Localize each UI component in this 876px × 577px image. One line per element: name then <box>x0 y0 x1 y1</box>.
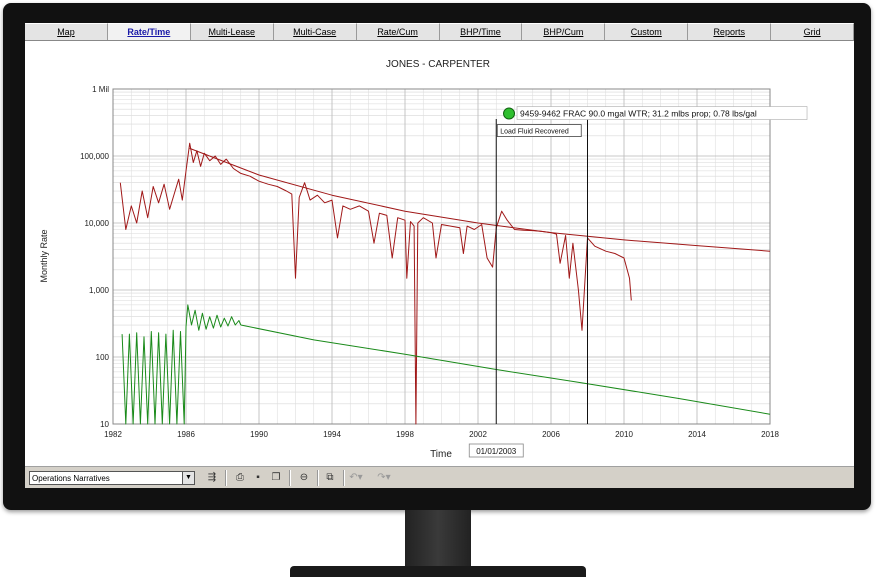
x-axis-label: Time <box>430 449 452 459</box>
chart-title: JONES - CARPENTER <box>386 59 490 70</box>
x-tick-label: 1994 <box>323 430 341 439</box>
monitor-stand-base <box>290 566 586 577</box>
tab-grid[interactable]: Grid <box>771 23 854 40</box>
production-series-line <box>119 142 632 425</box>
redo-icon[interactable]: ↷▾ <box>377 471 391 485</box>
zoom-out-icon[interactable]: ⊖ <box>297 471 311 485</box>
y-tick-label: 10,000 <box>85 219 110 228</box>
x-tick-label: 2010 <box>615 430 633 439</box>
x-tick-label: 2014 <box>688 430 706 439</box>
y-tick-label: 1,000 <box>89 286 110 295</box>
application-screen: Map Rate/Time Multi-Lease Multi-Case Rate/Cu… <box>25 23 854 488</box>
y-axis-label: Monthly Rate <box>39 229 49 282</box>
narratives-dropdown[interactable]: Operations Narratives ▼ <box>29 471 195 485</box>
tab-bar: Map Rate/Time Multi-Lease Multi-Case Rate/Cu… <box>25 23 854 41</box>
monitor-stand-neck <box>405 510 471 568</box>
x-tick-label: 1990 <box>250 430 268 439</box>
y-tick-label: 10 <box>100 420 109 429</box>
tab-rate-cum[interactable]: Rate/Cum <box>356 23 440 40</box>
y-tick-label: 1 Mil <box>92 85 109 94</box>
x-tick-label: 2002 <box>469 430 487 439</box>
y-tick-label: 100,000 <box>80 152 109 161</box>
decline-forecast-line <box>189 147 771 252</box>
bottom-toolbar: Operations Narratives ▼ ⇶ ⎙ ▪ ❐ ⊖ ⧉ ↶▾ ↷… <box>25 466 854 488</box>
production-series-line <box>121 304 242 425</box>
x-tick-label: 1998 <box>396 430 414 439</box>
tab-map[interactable]: Map <box>25 23 108 40</box>
annotation-layer: 9459-9462 FRAC 90.0 mgal WTR; 31.2 mlbs … <box>496 106 808 137</box>
tab-multi-lease[interactable]: Multi-Lease <box>190 23 274 40</box>
event-marker-icon <box>503 107 516 120</box>
date-readout-label: 01/01/2003 <box>476 447 517 456</box>
rate-time-chart: JONES - CARPENTER 1982 1986 1990 1994 1998 20… <box>39 59 808 459</box>
x-axis-ticks: 1982 1986 1990 1994 1998 2002 2006 2010 2014 2018 <box>104 430 779 439</box>
tab-rate-time[interactable]: Rate/Time <box>107 23 191 40</box>
tab-multi-case[interactable]: Multi-Case <box>273 23 357 40</box>
series-layer <box>119 142 771 425</box>
event-label: 9459-9462 FRAC 90.0 mgal WTR; 31.2 mlbs … <box>520 109 757 119</box>
tab-custom[interactable]: Custom <box>605 23 689 40</box>
tab-bhp-time[interactable]: BHP/Time <box>439 23 523 40</box>
tab-bhp-cum[interactable]: BHP/Cum <box>522 23 606 40</box>
decline-forecast-line <box>240 324 771 415</box>
toolbar-separator <box>225 470 227 486</box>
toolbar-separator <box>317 470 319 486</box>
narrative-flow-icon[interactable]: ⇶ <box>205 471 219 485</box>
x-tick-label: 2006 <box>542 430 560 439</box>
y-axis-ticks: 10 100 1,000 10,000 100,000 1 Mil <box>80 85 109 429</box>
chevron-down-icon[interactable]: ▼ <box>182 472 194 484</box>
duplicate-icon[interactable]: ⧉ <box>323 471 337 485</box>
x-tick-label: 1982 <box>104 430 122 439</box>
copy-icon[interactable]: ❐ <box>269 471 283 485</box>
x-tick-label: 2018 <box>761 430 779 439</box>
toolbar-separator <box>343 470 345 486</box>
minor-gridlines <box>113 89 770 424</box>
x-tick-label: 1986 <box>177 430 195 439</box>
marker-layer: 01/01/2003 <box>468 119 588 458</box>
print-icon[interactable]: ⎙ <box>233 471 247 485</box>
y-tick-label: 100 <box>96 353 110 362</box>
toolbar-separator <box>289 470 291 486</box>
monitor-bezel: Map Rate/Time Multi-Lease Multi-Case Rate/Cu… <box>3 3 871 510</box>
note-label: Load Fluid Recovered <box>500 129 569 136</box>
narratives-dropdown-value: Operations Narratives <box>32 474 110 483</box>
save-icon[interactable]: ▪ <box>251 471 265 485</box>
undo-icon[interactable]: ↶▾ <box>349 471 363 485</box>
tab-reports[interactable]: Reports <box>688 23 772 40</box>
